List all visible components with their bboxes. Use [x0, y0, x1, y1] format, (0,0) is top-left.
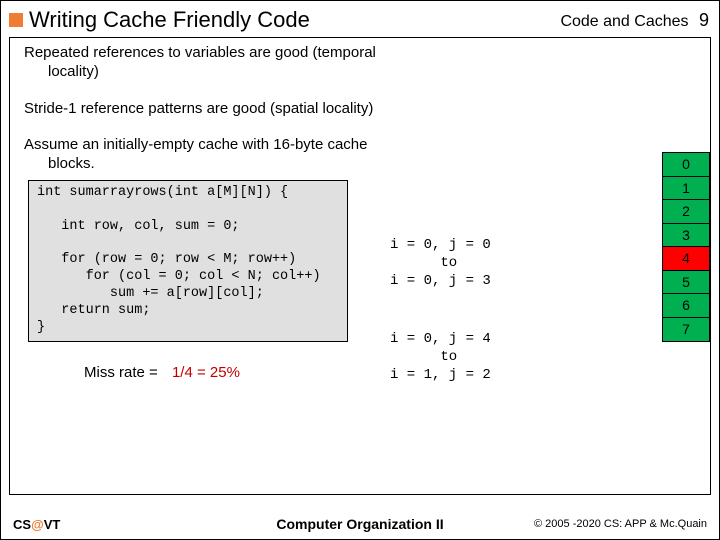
code-line: } [37, 320, 45, 335]
section-label: Code and Caches 9 [560, 10, 709, 31]
slide-body: Repeated references to variables are goo… [9, 37, 711, 495]
page-number: 9 [699, 10, 709, 30]
cache-block-2: 2 [662, 199, 710, 224]
bullet-text: Repeated references to variables are goo… [24, 44, 376, 61]
miss-rate-label: Miss rate = [84, 364, 158, 381]
cache-block-7: 7 [662, 317, 710, 342]
access-trace-1: i = 0, j = 0 to i = 0, j = 3 [390, 236, 491, 291]
bullet-text: Stride-1 reference patterns are good (sp… [24, 100, 373, 117]
code-line: int row, col, sum = 0; [37, 219, 240, 234]
cache-block-4: 4 [662, 246, 710, 271]
section-name: Code and Caches [560, 13, 688, 30]
cache-block-stack: 0 1 2 3 4 5 6 7 [662, 152, 710, 340]
cache-block-3: 3 [662, 223, 710, 248]
code-line: for (row = 0; row < M; row++) [37, 252, 296, 267]
bullet-text-cont: blocks. [24, 155, 95, 172]
cache-block-0: 0 [662, 152, 710, 177]
cache-block-5: 5 [662, 270, 710, 295]
code-block: int sumarrayrows(int a[M][N]) { int row,… [28, 180, 348, 342]
code-line: int sumarrayrows(int a[M][N]) { [37, 185, 288, 200]
footer-copyright: © 2005 -2020 CS: APP & Mc.Quain [534, 518, 707, 530]
cache-block-1: 1 [662, 176, 710, 201]
bullet-text-cont: locality) [24, 63, 99, 80]
miss-rate-value: 1/4 = 25% [172, 364, 240, 381]
slide-header: Writing Cache Friendly Code Code and Cac… [1, 1, 719, 35]
access-trace-2: i = 0, j = 4 to i = 1, j = 2 [390, 330, 491, 385]
header-decor-box [9, 13, 23, 27]
bullet-assume: Assume an initially-empty cache with 16-… [24, 136, 404, 174]
code-line: return sum; [37, 303, 150, 318]
code-line: sum += a[row][col]; [37, 286, 264, 301]
bullet-text: Assume an initially-empty cache with 16-… [24, 136, 368, 153]
bullet-spatial: Stride-1 reference patterns are good (sp… [24, 100, 404, 119]
code-line: for (col = 0; col < N; col++) [37, 269, 321, 284]
bullet-temporal: Repeated references to variables are goo… [24, 44, 404, 82]
slide-footer: Computer Organization II CS@VT © 2005 -2… [1, 509, 719, 539]
slide-title: Writing Cache Friendly Code [29, 7, 560, 33]
cache-block-6: 6 [662, 293, 710, 318]
